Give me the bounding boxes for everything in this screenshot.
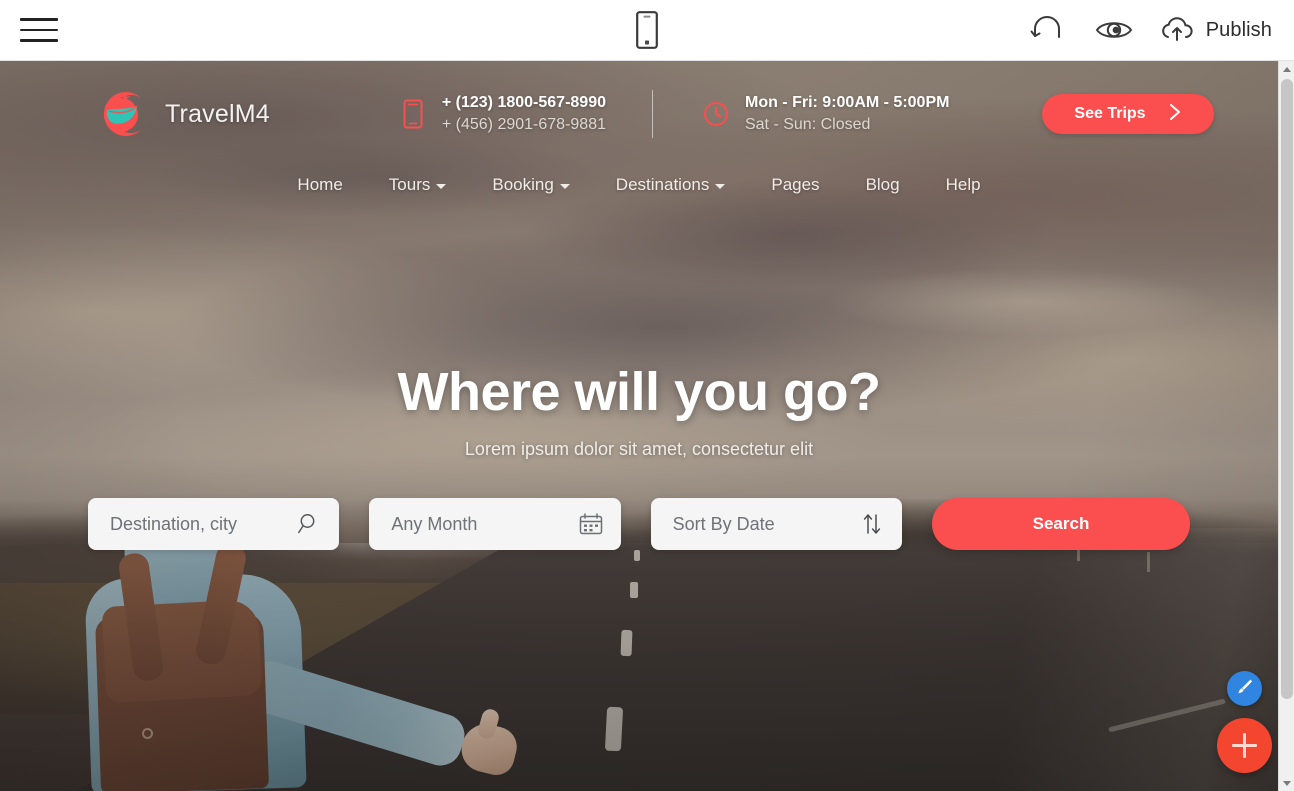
phone-secondary: + (456) 2901-678-9881 xyxy=(441,116,606,133)
hero-content: Where will you go? Lorem ipsum dolor sit… xyxy=(0,361,1278,550)
nav-label: Blog xyxy=(865,175,900,194)
brand-logo[interactable]: TravelM4 xyxy=(95,86,270,142)
hero-search-form: Destination, city Any Month Sort By Date… xyxy=(0,498,1278,550)
chevron-down-icon xyxy=(715,184,726,189)
nav-label: Tours xyxy=(388,175,431,194)
eye-icon[interactable] xyxy=(1095,17,1133,43)
hero-section: TravelM4 + (123) 1800-567-8990 + (456) 2… xyxy=(0,61,1278,791)
hours-primary: Mon - Fri: 9:00AM - 5:00PM xyxy=(744,94,950,112)
hamburger-line xyxy=(20,39,58,42)
builder-toolbar: Publish xyxy=(0,0,1294,61)
phone-lines: + (123) 1800-567-8990 + (456) 2901-678-9… xyxy=(442,92,606,135)
sort-select[interactable]: Sort By Date xyxy=(650,498,902,550)
add-block-button[interactable] xyxy=(1217,718,1272,773)
device-preview-toggle[interactable] xyxy=(636,11,658,49)
nav-item-home[interactable]: Home xyxy=(291,171,348,199)
chevron-up-icon xyxy=(1283,66,1291,72)
road-dash xyxy=(620,629,633,657)
nav-label: Pages xyxy=(771,175,820,194)
nav-item-tours[interactable]: Tours xyxy=(383,171,453,199)
header-top-row: TravelM4 + (123) 1800-567-8990 + (456) 2… xyxy=(0,61,1278,145)
publish-button[interactable]: Publish xyxy=(1159,16,1272,44)
nav-label: Booking xyxy=(492,175,554,194)
style-paintbrush-button[interactable] xyxy=(1227,671,1262,706)
undo-arrow-icon[interactable] xyxy=(1029,16,1069,44)
nav-label: Home xyxy=(297,175,343,194)
scrollbar-thumb[interactable] xyxy=(1281,79,1293,699)
builder-actions: Publish xyxy=(1029,16,1272,44)
mobile-phone-icon xyxy=(636,11,658,49)
road-dash xyxy=(604,706,623,752)
see-trips-button[interactable]: See Trips xyxy=(1042,94,1214,134)
month-select[interactable]: Any Month xyxy=(369,498,621,550)
month-placeholder: Any Month xyxy=(391,513,478,534)
contact-phone-block[interactable]: + (123) 1800-567-8990 + (456) 2901-678-9… xyxy=(398,92,606,135)
chevron-down-icon xyxy=(436,184,447,189)
brand-name: TravelM4 xyxy=(165,99,270,128)
search-button[interactable]: Search xyxy=(931,498,1190,550)
phone-primary: + (123) 1800-567-8990 xyxy=(441,94,606,112)
hero-title: Where will you go? xyxy=(397,362,881,422)
scroll-up-button[interactable] xyxy=(1279,61,1294,77)
site-header: TravelM4 + (123) 1800-567-8990 + (456) 2… xyxy=(0,61,1278,199)
figure-backpack-buckle xyxy=(142,728,153,739)
travel-leaf-plane-logo-icon xyxy=(95,86,151,142)
destination-input[interactable]: Destination, city xyxy=(88,498,340,550)
nav-label: Destinations xyxy=(615,175,710,194)
see-trips-label: See Trips xyxy=(1074,105,1146,122)
header-divider xyxy=(651,90,653,138)
contact-hours-block: Mon - Fri: 9:00AM - 5:00PM Sat - Sun: Cl… xyxy=(701,92,949,135)
cloud-upload-icon xyxy=(1159,16,1197,44)
road-dash xyxy=(630,581,639,598)
main-navigation: Home Tours Booking Destinations Pages Bl… xyxy=(0,145,1278,199)
chevron-down-icon xyxy=(1283,780,1291,786)
road-dash xyxy=(633,550,640,562)
sort-placeholder: Sort By Date xyxy=(672,513,775,534)
nav-label: Help xyxy=(945,175,981,194)
nav-item-help[interactable]: Help xyxy=(940,171,987,199)
clock-icon xyxy=(701,99,731,129)
calendar-icon[interactable] xyxy=(579,512,603,536)
nav-item-pages[interactable]: Pages xyxy=(765,171,825,199)
nav-item-booking[interactable]: Booking xyxy=(486,171,575,199)
hamburger-line xyxy=(20,28,58,32)
sort-updown-icon[interactable] xyxy=(860,512,884,536)
vertical-scrollbar[interactable] xyxy=(1278,61,1294,791)
nav-item-destinations[interactable]: Destinations xyxy=(610,171,732,199)
hours-secondary: Sat - Sun: Closed xyxy=(744,116,871,133)
hamburger-line xyxy=(20,18,58,21)
magnifier-icon[interactable] xyxy=(297,512,321,536)
hamburger-menu-icon[interactable] xyxy=(20,13,60,47)
floating-action-buttons xyxy=(1217,671,1272,773)
scroll-down-button[interactable] xyxy=(1279,775,1294,791)
publish-label: Publish xyxy=(1205,18,1272,41)
hero-subtitle: Lorem ipsum dolor sit amet, consectetur … xyxy=(464,439,814,459)
destination-placeholder: Destination, city xyxy=(110,513,238,534)
mobile-phone-icon xyxy=(398,99,428,129)
chevron-down-icon xyxy=(559,184,570,189)
hours-lines: Mon - Fri: 9:00AM - 5:00PM Sat - Sun: Cl… xyxy=(745,92,949,135)
roadside-post xyxy=(1147,552,1151,572)
chevron-right-icon xyxy=(1168,103,1182,126)
paintbrush-icon xyxy=(1234,676,1255,702)
nav-item-blog[interactable]: Blog xyxy=(860,171,906,199)
